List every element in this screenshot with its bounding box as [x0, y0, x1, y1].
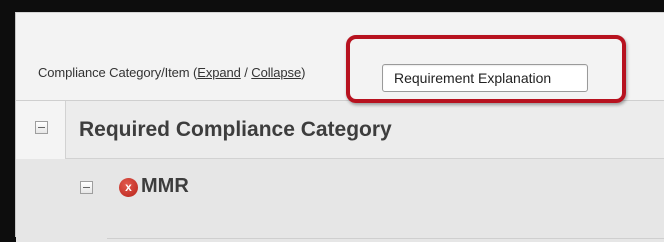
- error-status-icon: x: [119, 178, 138, 197]
- screenshot-frame: Compliance Category/Item (Expand / Colla…: [0, 0, 664, 242]
- category-title: Required Compliance Category: [79, 118, 392, 141]
- header-separator: /: [240, 65, 252, 80]
- compliance-category-header: Compliance Category/Item (Expand / Colla…: [38, 65, 305, 80]
- collapse-item-toggle-icon[interactable]: [80, 181, 93, 194]
- header-label-suffix: ): [301, 65, 306, 80]
- compliance-panel: Compliance Category/Item (Expand / Colla…: [15, 12, 664, 242]
- header-label-prefix: Compliance Category/Item (: [38, 65, 198, 80]
- expand-link[interactable]: Expand: [197, 65, 241, 80]
- item-title: MMR: [141, 175, 189, 197]
- collapse-category-toggle-icon[interactable]: [35, 121, 48, 134]
- item-row: [16, 159, 664, 242]
- item-row-divider: [107, 238, 664, 239]
- collapse-link[interactable]: Collapse: [251, 65, 301, 80]
- requirement-explanation-button[interactable]: Requirement Explanation: [382, 64, 588, 92]
